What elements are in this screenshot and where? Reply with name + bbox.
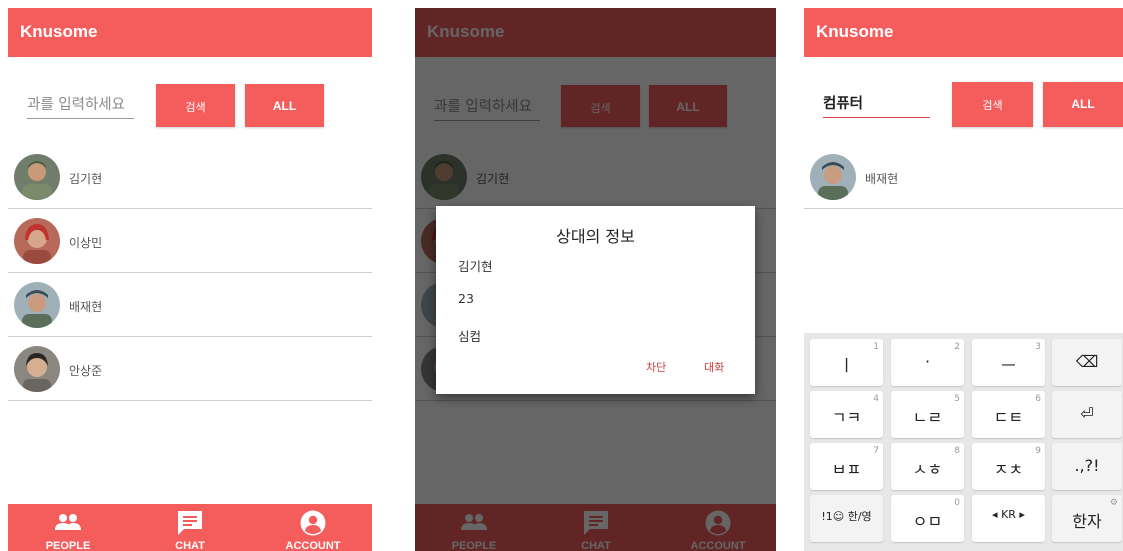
search-button-label: 검색 — [185, 101, 206, 114]
space-key[interactable]: ◂ KR ▸ — [972, 495, 1045, 542]
dialog-department: 심컴 — [458, 329, 482, 344]
app-bar: Knusome — [8, 8, 372, 57]
people-screen: Knusome 과를 입력하세요 검색 ALL 김기현 이상민 배재현 안상준 … — [8, 8, 372, 551]
avatar — [14, 282, 60, 328]
people-icon — [55, 514, 81, 530]
symbol-lang-key[interactable]: !1☺ 한/영 — [810, 495, 883, 542]
list-item[interactable]: 안상준 — [8, 338, 372, 401]
dialog-age: 23 — [458, 291, 474, 306]
search-row: 컴퓨터 검색 ALL — [804, 57, 1123, 157]
all-button[interactable]: ALL — [1043, 82, 1123, 127]
key-sh[interactable]: ㅅㅎ 8 — [891, 443, 964, 490]
punctuation-key[interactable]: .,?! — [1052, 443, 1122, 490]
nav-chat-label: CHAT — [175, 540, 205, 551]
chat-button[interactable]: 대화 — [704, 359, 724, 375]
dialog-name: 김기현 — [458, 259, 493, 274]
key-jc[interactable]: ㅈㅊ 9 — [972, 443, 1045, 490]
app-bar: Knusome — [804, 8, 1123, 57]
nav-chat[interactable]: CHAT — [145, 504, 235, 551]
app-title: Knusome — [816, 22, 894, 41]
key-om[interactable]: ㅇㅁ 0 — [891, 495, 964, 542]
bottom-nav: PEOPLE CHAT ACCOUNT — [8, 504, 372, 551]
list-item[interactable]: 배재현 — [804, 146, 1123, 209]
account-icon — [300, 510, 326, 536]
nav-people-label: PEOPLE — [45, 540, 91, 551]
search-button[interactable]: 검색 — [952, 82, 1033, 127]
all-button-label: ALL — [1071, 97, 1095, 111]
avatar — [14, 154, 60, 200]
search-row: 과를 입력하세요 검색 ALL — [8, 57, 372, 157]
avatar — [14, 346, 60, 392]
profile-dialog: 상대의 정보 김기현 23 심컴 차단 대화 — [436, 206, 755, 394]
search-button[interactable]: 검색 — [156, 84, 235, 127]
search-input[interactable]: 과를 입력하세요 — [27, 91, 134, 119]
nav-people[interactable]: PEOPLE — [23, 504, 113, 551]
search-screen: Knusome 컴퓨터 검색 ALL 배재현 ㅣ1 · 2 ㅡ3 ⌫ ㄱㅋ 4 ㄴㄹ… — [804, 8, 1123, 551]
person-name: 배재현 — [69, 300, 103, 314]
app-title: Knusome — [20, 22, 98, 41]
all-button-label: ALL — [272, 99, 297, 113]
avatar — [14, 218, 60, 264]
chat-icon — [178, 511, 202, 535]
key-dt[interactable]: ㄷㅌ 6 — [972, 391, 1045, 438]
backspace-icon: ⌫ — [1075, 352, 1099, 371]
backspace-key[interactable]: ⌫ — [1052, 339, 1122, 386]
block-button[interactable]: 차단 — [646, 359, 666, 375]
person-name: 이상민 — [69, 236, 103, 250]
list-item[interactable]: 김기현 — [8, 146, 372, 209]
dialog-title: 상대의 정보 — [556, 227, 635, 246]
search-input[interactable]: 컴퓨터 — [823, 90, 930, 118]
person-name: 안상준 — [69, 364, 103, 378]
person-name: 배재현 — [865, 172, 899, 186]
enter-icon: ⏎ — [1080, 404, 1094, 423]
list-item[interactable]: 이상민 — [8, 210, 372, 273]
key-bp[interactable]: ㅂㅍ 7 — [810, 443, 883, 490]
people-screen-dialog: Knusome 과를 입력하세요 검색 ALL 김기현 — [415, 8, 776, 551]
key-nr[interactable]: ㄴㄹ 5 — [891, 391, 964, 438]
hanja-key[interactable]: 한자 ⚙ — [1052, 495, 1122, 542]
key-gk[interactable]: ㄱㅋ 4 — [810, 391, 883, 438]
search-button-label: 검색 — [982, 99, 1003, 112]
settings-icon: ⚙ — [1109, 498, 1118, 508]
key-eu[interactable]: ㅡ3 — [972, 339, 1045, 386]
key-dot[interactable]: · 2 — [891, 339, 964, 386]
avatar — [810, 154, 856, 200]
nav-account[interactable]: ACCOUNT — [268, 504, 358, 551]
key-i[interactable]: ㅣ1 — [810, 339, 883, 386]
list-item[interactable]: 배재현 — [8, 274, 372, 337]
person-name: 김기현 — [69, 172, 103, 186]
all-button[interactable]: ALL — [245, 84, 324, 127]
nav-account-label: ACCOUNT — [285, 540, 341, 551]
keyboard: ㅣ1 · 2 ㅡ3 ⌫ ㄱㅋ 4 ㄴㄹ 5 ㄷㅌ 6 ⏎ ㅂㅍ 7 ㅅㅎ 8 ㅈㅊ 9 .,?… — [804, 333, 1123, 551]
enter-key[interactable]: ⏎ — [1052, 391, 1122, 438]
